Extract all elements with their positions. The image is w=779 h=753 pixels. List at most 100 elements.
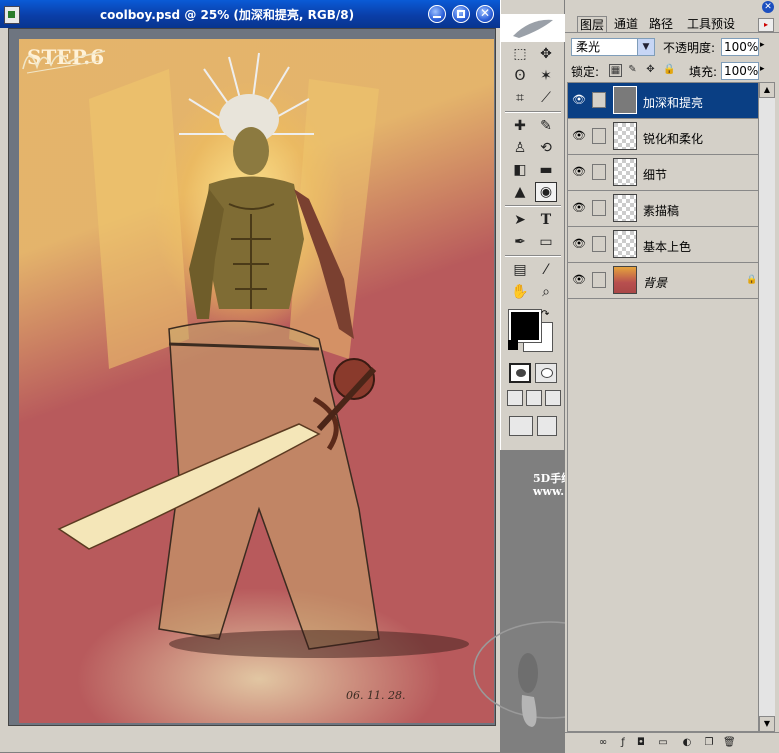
- panel-menu-icon[interactable]: ▸: [758, 18, 774, 32]
- crop-tool[interactable]: ⌗: [509, 88, 531, 108]
- layer-name: 加深和提亮: [643, 96, 704, 110]
- panel-close-icon[interactable]: ✕: [762, 1, 774, 13]
- layers-panel: ✕ 图层 通道 路径 工具预设 ▸ 柔光 ▼ 不透明度: 100% ▸ 锁定: …: [565, 0, 779, 753]
- layer-list-scrollbar[interactable]: ▲ ▼: [759, 82, 775, 732]
- link-box[interactable]: [592, 128, 606, 144]
- blend-mode-select[interactable]: 柔光 ▼: [571, 38, 655, 56]
- layer-row[interactable]: 👁 基本上色: [568, 227, 758, 263]
- brush-link-icon[interactable]: [592, 92, 606, 108]
- history-brush-tool[interactable]: ⟲: [535, 138, 557, 158]
- lock-image-icon[interactable]: ✎: [627, 64, 638, 75]
- fill-slider-arrow-icon[interactable]: ▸: [760, 64, 765, 74]
- new-layer-icon[interactable]: ❐: [703, 737, 715, 749]
- layer-thumbnail: [613, 266, 637, 294]
- eye-icon[interactable]: 👁: [572, 129, 586, 143]
- layer-name: 基本上色: [643, 240, 692, 254]
- layer-name: 背景: [643, 276, 668, 290]
- layer-name: 素描稿: [643, 204, 680, 218]
- marquee-tool[interactable]: ⬚: [509, 44, 531, 64]
- path-selection-tool[interactable]: ➤: [509, 210, 531, 230]
- adjustment-layer-icon[interactable]: ◐: [681, 737, 693, 749]
- quick-mask-mode-button[interactable]: [535, 363, 557, 383]
- link-box[interactable]: [592, 272, 606, 288]
- brush-tool[interactable]: ✎: [535, 116, 557, 136]
- healing-brush-tool[interactable]: ✚: [509, 116, 531, 136]
- opacity-input[interactable]: 100%: [721, 38, 759, 56]
- fill-input[interactable]: 100%: [721, 62, 759, 80]
- opacity-slider-arrow-icon[interactable]: ▸: [760, 40, 765, 50]
- eye-icon[interactable]: 👁: [572, 165, 586, 179]
- pen-tool[interactable]: ✒: [509, 232, 531, 252]
- magic-wand-tool[interactable]: ✶: [535, 66, 557, 86]
- dodge-tool[interactable]: ◉: [535, 182, 557, 202]
- tab-paths[interactable]: 路径: [647, 16, 675, 32]
- layer-row[interactable]: 👁 细节: [568, 155, 758, 191]
- full-screen-mode-button[interactable]: [545, 390, 561, 406]
- swap-colors-icon[interactable]: ↷: [541, 309, 549, 320]
- eye-icon[interactable]: 👁: [572, 273, 586, 287]
- slice-tool[interactable]: ⟋: [535, 88, 557, 108]
- document-titlebar[interactable]: coolboy.psd @ 25% (加深和提亮, RGB/8) ✕: [0, 0, 500, 28]
- layer-style-icon[interactable]: ƒ: [617, 737, 629, 749]
- artwork-canvas[interactable]: STEP.6 06. 11. 28.: [19, 39, 494, 723]
- link-box[interactable]: [592, 164, 606, 180]
- fill-label: 填充:: [689, 65, 718, 79]
- hand-tool[interactable]: ✋: [509, 282, 531, 302]
- lock-position-icon[interactable]: ✥: [645, 64, 656, 75]
- gradient-tool[interactable]: ▬: [535, 160, 557, 180]
- zoom-tool[interactable]: ⌕: [535, 282, 557, 302]
- shape-tool[interactable]: ▭: [535, 232, 557, 252]
- default-colors-icon[interactable]: [508, 340, 518, 350]
- layer-row[interactable]: 👁 背景 🔒: [568, 263, 758, 299]
- panel-titlebar[interactable]: ✕: [565, 0, 779, 15]
- layer-row[interactable]: 👁 锐化和柔化: [568, 119, 758, 155]
- lasso-tool[interactable]: ʘ: [509, 66, 531, 86]
- eye-icon[interactable]: 👁: [572, 237, 586, 251]
- layer-thumbnail: [613, 194, 637, 222]
- blur-tool[interactable]: ▲: [509, 182, 531, 202]
- opacity-label: 不透明度:: [663, 41, 716, 55]
- lock-transparency-icon[interactable]: ▦: [609, 64, 622, 77]
- type-tool[interactable]: T: [535, 210, 557, 230]
- layer-name: 锐化和柔化: [643, 132, 704, 146]
- eye-icon[interactable]: 👁: [572, 201, 586, 215]
- clone-stamp-tool[interactable]: ♙: [509, 138, 531, 158]
- full-screen-menu-mode-button[interactable]: [526, 390, 542, 406]
- scroll-down-icon[interactable]: ▼: [759, 716, 775, 732]
- chevron-down-icon[interactable]: ▼: [637, 39, 654, 55]
- lock-all-icon[interactable]: 🔒: [663, 64, 675, 75]
- eyedropper-tool[interactable]: ⁄: [535, 260, 557, 280]
- maximize-button[interactable]: [452, 5, 470, 23]
- standard-screen-mode-button[interactable]: [507, 390, 523, 406]
- layer-thumbnail: [613, 122, 637, 150]
- layer-row[interactable]: 👁 加深和提亮: [568, 83, 758, 119]
- tab-tool-presets[interactable]: 工具预设: [685, 16, 737, 32]
- notes-tool[interactable]: ▤: [509, 260, 531, 280]
- add-mask-icon[interactable]: ◘: [635, 737, 647, 749]
- tab-layers[interactable]: 图层: [577, 16, 608, 33]
- trash-icon[interactable]: 🗑: [723, 737, 736, 749]
- document-title: coolboy.psd @ 25% (加深和提亮, RGB/8): [100, 8, 355, 22]
- lock-label: 锁定:: [571, 65, 600, 79]
- close-button[interactable]: ✕: [476, 5, 494, 23]
- link-box[interactable]: [592, 236, 606, 252]
- eraser-tool[interactable]: ◧: [509, 160, 531, 180]
- jump-to-imageready-button[interactable]: [509, 416, 533, 436]
- layer-row[interactable]: 👁 素描稿: [568, 191, 758, 227]
- feather-logo[interactable]: [501, 14, 565, 42]
- canvas-area[interactable]: STEP.6 06. 11. 28.: [8, 28, 496, 726]
- toolbox-divider: [505, 255, 561, 257]
- minimize-button[interactable]: [428, 5, 446, 23]
- eye-icon[interactable]: 👁: [572, 93, 586, 107]
- scroll-up-icon[interactable]: ▲: [759, 82, 775, 98]
- tab-channels[interactable]: 通道: [612, 16, 640, 32]
- link-layers-icon[interactable]: ∞: [597, 737, 609, 749]
- layer-name: 细节: [643, 168, 668, 182]
- foreground-color-swatch[interactable]: [508, 309, 542, 343]
- link-box[interactable]: [592, 200, 606, 216]
- move-tool[interactable]: ✥: [535, 44, 557, 64]
- edit-in-imageready-button[interactable]: [537, 416, 557, 436]
- standard-mode-button[interactable]: [509, 363, 531, 383]
- layer-list: 👁 加深和提亮 👁 锐化和柔化 👁 细节 👁 素描稿 👁 基本上色 👁 背景 🔒: [567, 82, 759, 732]
- new-group-icon[interactable]: ▭: [657, 737, 669, 749]
